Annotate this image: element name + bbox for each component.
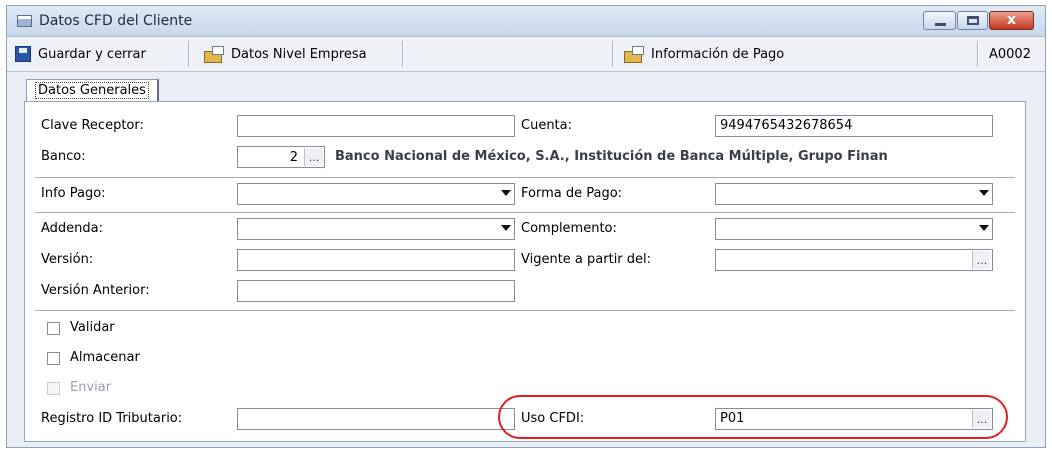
close-button[interactable]: x — [989, 11, 1034, 30]
vigente-date-input[interactable]: ... — [715, 249, 993, 271]
maximize-button[interactable] — [957, 11, 988, 30]
forma-pago-label: Forma de Pago: — [521, 186, 623, 201]
banco-code-input[interactable]: 2 ... — [237, 146, 325, 168]
maximize-icon — [967, 16, 979, 25]
tab-datos-generales[interactable]: Datos Generales — [26, 79, 159, 101]
uso-cfdi-input[interactable]: P01 ... — [715, 408, 993, 430]
toolbar: Guardar y cerrar Datos Nivel Empresa Inf… — [7, 37, 1045, 72]
info-pago-label: Info Pago: — [41, 186, 106, 201]
almacenar-label: Almacenar — [70, 350, 140, 365]
client-code: A0002 — [989, 47, 1031, 62]
validar-checkbox[interactable] — [47, 322, 60, 335]
banco-code-value: 2 — [289, 150, 298, 165]
version-input[interactable] — [237, 249, 515, 271]
general-data-panel: Clave Receptor: Cuenta: 9494765432678654… — [24, 101, 1026, 442]
payment-info-label: Información de Pago — [651, 46, 785, 62]
minimize-button[interactable] — [923, 11, 956, 30]
enviar-checkbox — [47, 382, 60, 395]
addenda-select[interactable] — [237, 218, 515, 240]
chevron-down-icon — [501, 225, 511, 231]
forma-pago-select[interactable] — [715, 183, 993, 205]
validar-label: Validar — [70, 320, 115, 335]
section-divider — [35, 310, 1015, 311]
box-document-icon — [204, 45, 224, 63]
vigente-label: Vigente a partir del: — [521, 252, 652, 267]
title-bar[interactable]: Datos CFD del Cliente x — [7, 6, 1045, 37]
version-anterior-label: Versión Anterior: — [41, 283, 150, 298]
payment-info-button[interactable]: Información de Pago — [624, 41, 784, 67]
complemento-label: Complemento: — [521, 221, 617, 236]
clave-receptor-input[interactable] — [237, 115, 515, 137]
toolbar-separator — [402, 41, 404, 67]
save-disk-icon — [15, 46, 31, 62]
banco-label: Banco: — [41, 149, 86, 164]
window-icon — [17, 15, 32, 27]
chevron-down-icon — [979, 225, 989, 231]
cuenta-label: Cuenta: — [521, 118, 572, 133]
version-label: Versión: — [41, 252, 94, 267]
window-title: Datos CFD del Cliente — [39, 13, 193, 29]
minimize-icon — [935, 23, 946, 26]
vigente-picker-button[interactable]: ... — [972, 251, 991, 269]
almacenar-checkbox[interactable] — [47, 352, 60, 365]
company-data-button[interactable]: Datos Nivel Empresa — [204, 41, 367, 67]
tab-label: Datos Generales — [35, 82, 149, 99]
section-divider — [35, 212, 1015, 213]
save-and-close-label: Guardar y cerrar — [38, 46, 146, 62]
registro-id-input[interactable] — [237, 408, 515, 430]
toolbar-separator — [188, 41, 190, 67]
dialog-window: Datos CFD del Cliente x Guardar y cerrar… — [6, 5, 1046, 448]
complemento-select[interactable] — [715, 218, 993, 240]
section-divider — [35, 177, 1015, 178]
info-pago-select[interactable] — [237, 183, 515, 205]
banco-lookup-button[interactable]: ... — [304, 148, 323, 166]
enviar-label: Enviar — [70, 380, 112, 395]
version-anterior-input[interactable] — [237, 280, 515, 302]
cuenta-input[interactable]: 9494765432678654 — [715, 115, 993, 137]
toolbar-separator — [612, 41, 614, 67]
save-and-close-button[interactable]: Guardar y cerrar — [15, 41, 146, 67]
chevron-down-icon — [979, 190, 989, 196]
banco-name: Banco Nacional de México, S.A., Instituc… — [335, 149, 888, 164]
addenda-label: Addenda: — [41, 221, 104, 236]
chevron-down-icon — [501, 190, 511, 196]
toolbar-separator — [977, 41, 979, 67]
close-icon: x — [1006, 12, 1017, 28]
uso-cfdi-value: P01 — [720, 411, 745, 426]
clave-receptor-label: Clave Receptor: — [41, 118, 144, 133]
box-document-icon — [624, 45, 644, 63]
company-data-label: Datos Nivel Empresa — [231, 46, 367, 62]
uso-cfdi-label: Uso CFDI: — [521, 411, 585, 426]
uso-cfdi-lookup-button[interactable]: ... — [972, 410, 991, 428]
registro-id-label: Registro ID Tributario: — [41, 411, 183, 426]
